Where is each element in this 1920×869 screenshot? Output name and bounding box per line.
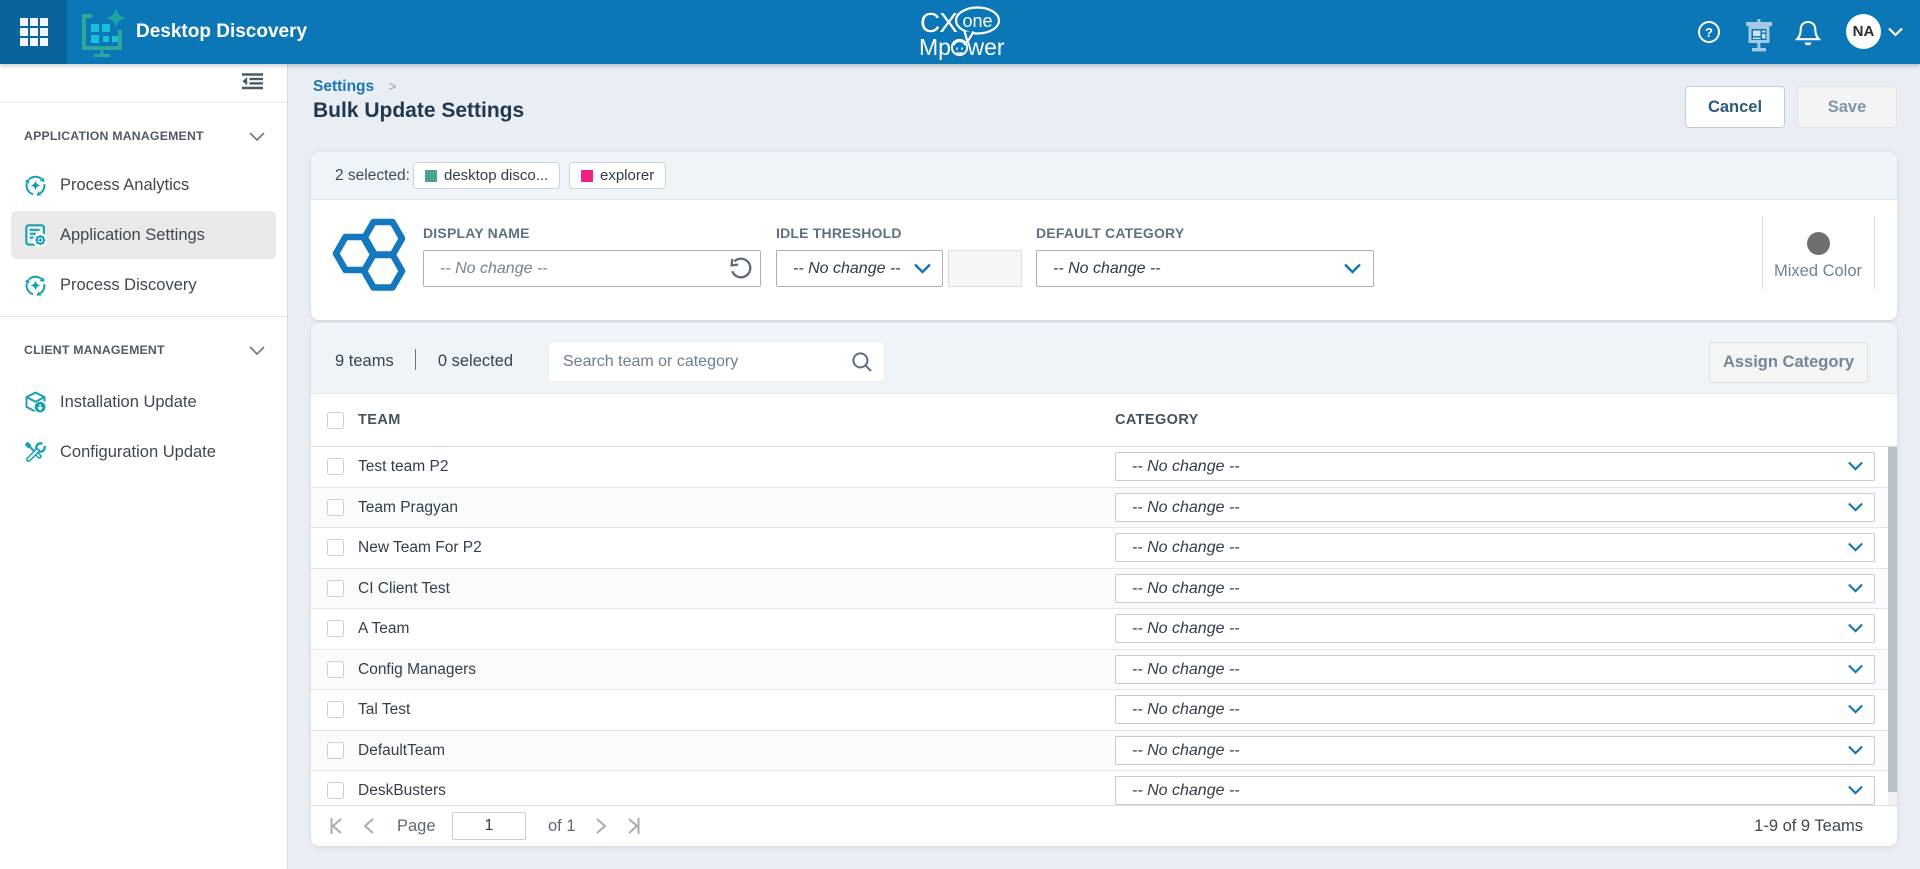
svg-text:one: one xyxy=(962,11,992,31)
svg-text:Mp: Mp xyxy=(919,34,951,60)
svg-text:wer: wer xyxy=(967,34,1005,60)
svg-text:?: ? xyxy=(1705,25,1713,40)
